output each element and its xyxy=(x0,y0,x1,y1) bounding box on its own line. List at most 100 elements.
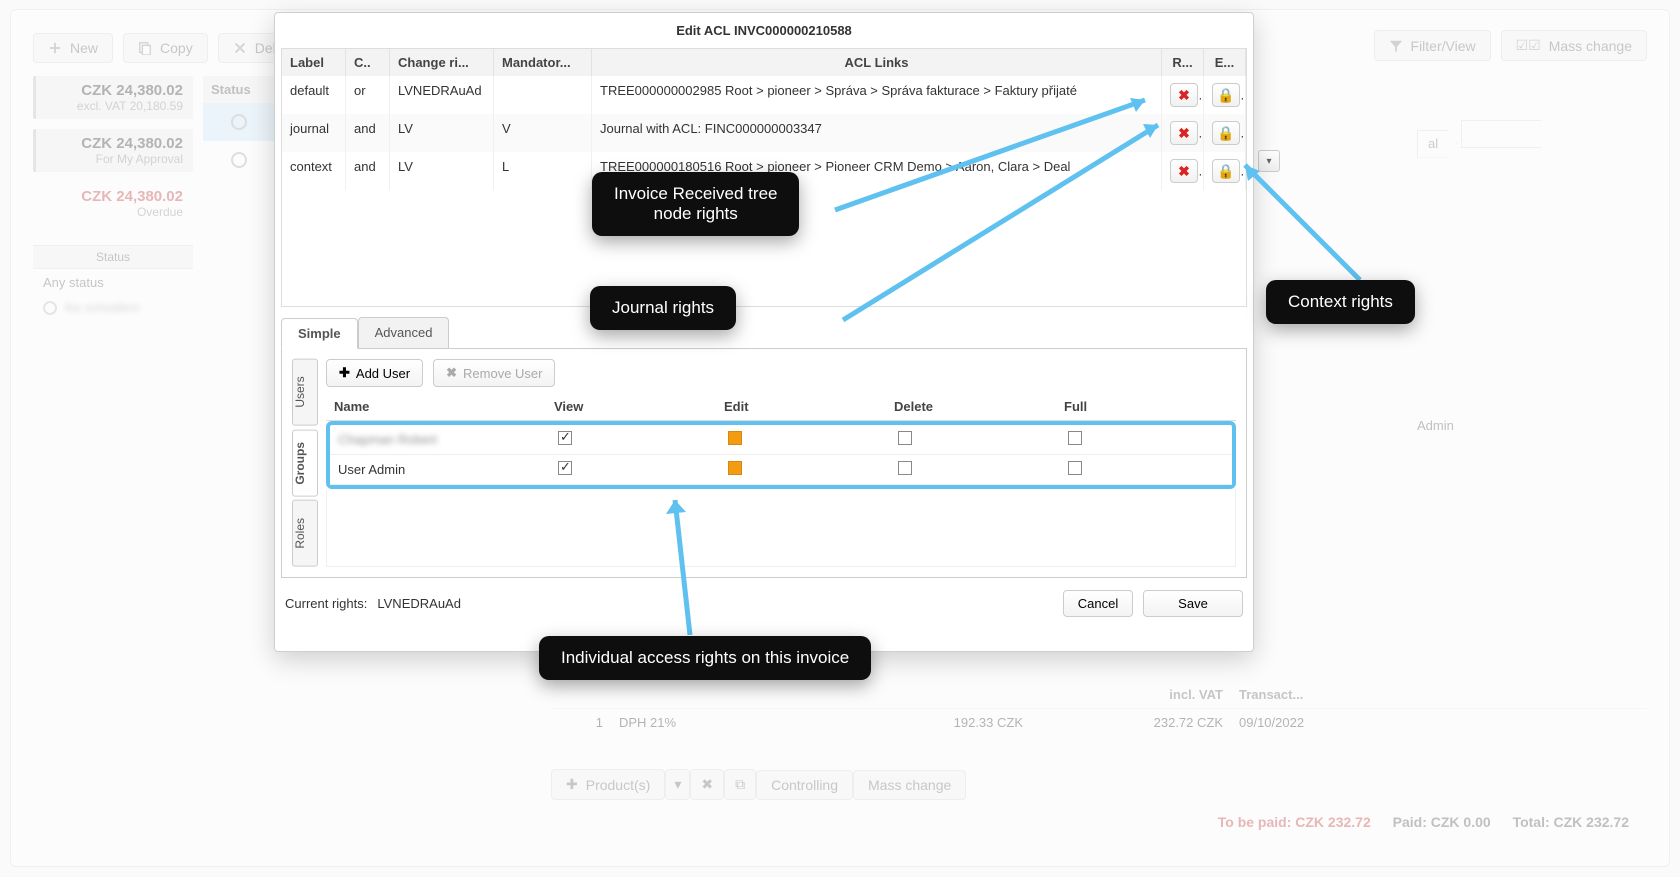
side-tab-groups[interactable]: Groups xyxy=(292,430,318,497)
cell-amount: 192.33 CZK xyxy=(831,709,1031,736)
col-mandatory: Mandator... xyxy=(494,49,592,76)
checkbox-partial-icon[interactable] xyxy=(728,431,742,445)
close-icon: ✖ xyxy=(701,776,713,793)
dropdown-toggle[interactable]: ▾ xyxy=(1258,150,1280,172)
cell-delete xyxy=(890,455,1060,484)
col-condition: C.. xyxy=(346,49,390,76)
cell-mandatory xyxy=(494,76,592,114)
summary-card-1[interactable]: CZK 24,380.02 excl. VAT 20,180.59 xyxy=(33,76,193,119)
cell-incl-vat: 232.72 CZK xyxy=(1031,709,1231,736)
bottom-toolbar: ✚ Product(s) ▾ ✖ ⧉ Controlling Mass chan… xyxy=(551,769,1647,800)
plus-icon xyxy=(48,41,62,55)
remove-user-button[interactable]: ✖ Remove User xyxy=(433,359,555,387)
col-change-rights: Change ri... xyxy=(390,49,494,76)
lock-icon: 🔒 xyxy=(1217,87,1234,104)
checkbox-checked-icon[interactable] xyxy=(558,431,572,445)
modal-footer: Current rights: LVNEDRAuAd Cancel Save xyxy=(275,578,1253,629)
cell-date: 09/10/2022 xyxy=(1231,709,1411,736)
side-tab-users-label: Users xyxy=(293,377,307,408)
save-button[interactable]: Save xyxy=(1143,590,1243,617)
rights-row[interactable]: Chapman Robert xyxy=(330,425,1232,455)
cell-change-rights: LVNEDRAuAd xyxy=(390,76,494,114)
copy-button[interactable]: Copy xyxy=(123,33,208,63)
acl-row[interactable]: defaultorLVNEDRAuAdTREE000000002985 Root… xyxy=(282,76,1246,114)
col-edit: Edit xyxy=(716,393,886,420)
acl-row[interactable]: journalandLVVJournal with ACL: FINC00000… xyxy=(282,114,1246,152)
status-column: Status xyxy=(203,76,275,179)
breadcrumb-chip[interactable]: al xyxy=(1417,130,1457,158)
owner-label: Admin xyxy=(1417,418,1647,433)
save-label: Save xyxy=(1178,596,1208,611)
line-item-row[interactable]: 1 DPH 21% 192.33 CZK 232.72 CZK 09/10/20… xyxy=(551,709,1647,736)
rights-row[interactable]: User Admin xyxy=(330,455,1232,485)
mass-change-lines-button[interactable]: Mass change xyxy=(853,770,966,800)
controlling-label: Controlling xyxy=(771,777,838,793)
remove-acl-button[interactable]: ✖ xyxy=(1170,83,1198,107)
plus-icon: ✚ xyxy=(566,776,578,793)
cell-edit xyxy=(720,425,890,454)
filter-view-button[interactable]: Filter/View xyxy=(1374,30,1491,61)
status-dot-icon xyxy=(231,152,247,168)
lock-acl-button[interactable]: 🔒 xyxy=(1212,159,1240,183)
lock-acl-button[interactable]: 🔒 xyxy=(1212,121,1240,145)
remove-acl-button[interactable]: ✖ xyxy=(1170,159,1198,183)
col-transact: Transact... xyxy=(1231,681,1411,708)
cell-mandatory: V xyxy=(494,114,592,152)
cell-links: TREE000000002985 Root > pioneer > Správa… xyxy=(592,76,1162,114)
status-header: Status xyxy=(33,245,193,269)
plus-icon: ✚ xyxy=(339,365,350,381)
checkbox-checked-icon[interactable] xyxy=(558,461,572,475)
breadcrumb-chip-empty[interactable] xyxy=(1461,120,1551,148)
tab-advanced[interactable]: Advanced xyxy=(358,317,450,348)
line-items-table: incl. VAT Transact... 1 DPH 21% 192.33 C… xyxy=(551,681,1647,736)
products-dropdown[interactable]: ▾ xyxy=(665,769,690,800)
summary-card-3[interactable]: CZK 24,380.02 Overdue xyxy=(33,182,193,225)
any-status-option[interactable]: Any status xyxy=(33,269,193,296)
controlling-button[interactable]: Controlling xyxy=(756,770,853,800)
close-icon: ✖ xyxy=(1178,163,1190,180)
cell-label: journal xyxy=(282,114,346,152)
lock-acl-button[interactable]: 🔒 xyxy=(1212,83,1240,107)
products-button[interactable]: ✚ Product(s) xyxy=(551,769,665,800)
mass-change-button[interactable]: ☑☑ Mass change xyxy=(1501,30,1647,61)
callout-context-rights: Context rights xyxy=(1266,280,1415,324)
add-user-button[interactable]: ✚ Add User xyxy=(326,359,423,387)
summary-card-2[interactable]: CZK 24,380.02 For My Approval xyxy=(33,129,193,172)
side-tab-users[interactable]: Users xyxy=(292,359,318,426)
cell-edit xyxy=(720,455,890,484)
new-label: New xyxy=(70,40,98,56)
side-tabs: Users Groups Roles xyxy=(292,359,318,567)
tab-simple[interactable]: Simple xyxy=(281,318,358,349)
checkbox-icon[interactable] xyxy=(1068,431,1082,445)
checkbox-partial-icon[interactable] xyxy=(728,461,742,475)
side-tab-roles[interactable]: Roles xyxy=(292,500,318,567)
cell-change-rights: LV xyxy=(390,152,494,190)
new-button[interactable]: New xyxy=(33,33,113,63)
callout-tree-rights: Invoice Received tree node rights xyxy=(592,172,799,236)
copy-line-button[interactable]: ⧉ xyxy=(724,769,756,800)
cell-name: Chapman Robert xyxy=(330,426,550,453)
checkbox-icon[interactable] xyxy=(898,461,912,475)
side-tab-roles-label: Roles xyxy=(293,518,307,549)
close-icon xyxy=(233,41,247,55)
checkbox-icon[interactable] xyxy=(1068,461,1082,475)
remove-line-button[interactable]: ✖ xyxy=(690,769,724,800)
add-user-label: Add User xyxy=(356,366,410,381)
modal-title: Edit ACL INVC000000210588 xyxy=(275,13,1253,48)
status-row-2[interactable] xyxy=(203,141,275,179)
status-row-1[interactable] xyxy=(203,103,275,141)
col-full: Full xyxy=(1056,393,1226,420)
close-icon: ✖ xyxy=(446,365,457,381)
acl-table-header: Label C.. Change ri... Mandator... ACL L… xyxy=(282,49,1246,76)
to-be-paid: To be paid: CZK 232.72 xyxy=(1218,814,1371,830)
cancel-button[interactable]: Cancel xyxy=(1063,590,1133,617)
status-option-hidden[interactable]: Ke schválení xyxy=(33,296,193,319)
remove-acl-button[interactable]: ✖ xyxy=(1170,121,1198,145)
cell-label: context xyxy=(282,152,346,190)
cancel-label: Cancel xyxy=(1078,596,1118,611)
cell-view xyxy=(550,455,720,484)
status-dot-icon xyxy=(231,114,247,130)
col-label: Label xyxy=(282,49,346,76)
copy-icon: ⧉ xyxy=(735,776,745,793)
checkbox-icon[interactable] xyxy=(898,431,912,445)
